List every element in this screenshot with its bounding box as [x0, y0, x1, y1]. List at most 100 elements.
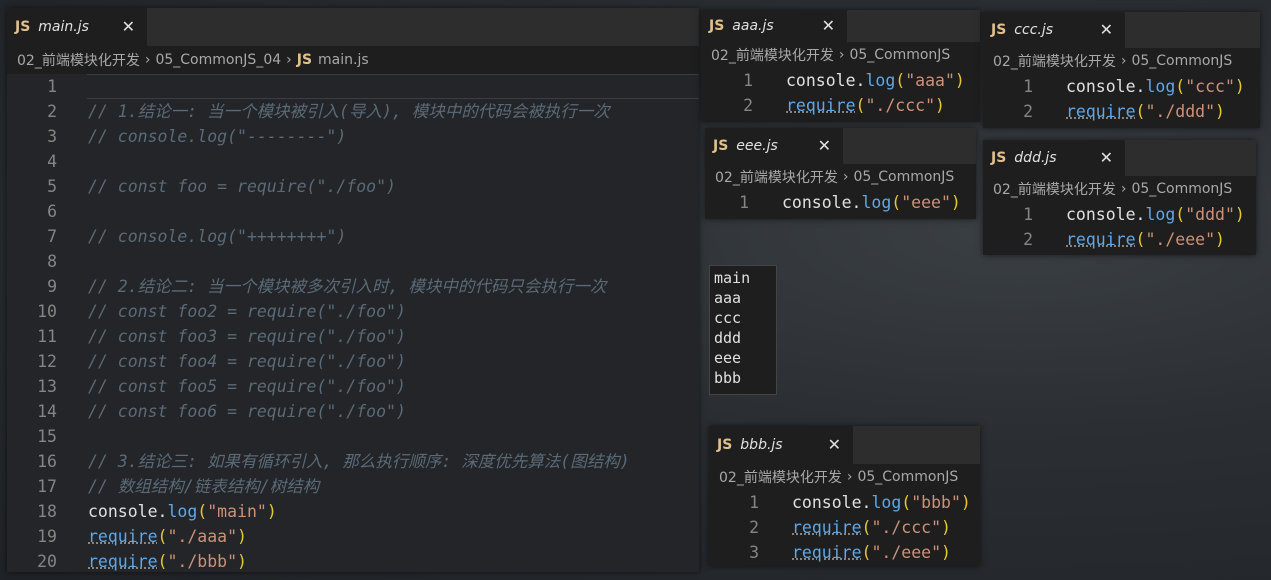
- line-number: 1: [1023, 77, 1033, 96]
- breadcrumb-subfolder[interactable]: 05_CommonJS: [1131, 181, 1232, 197]
- breadcrumb-folder[interactable]: 02_前端模块化开发: [17, 50, 140, 70]
- code-line[interactable]: 3 require("./eee"): [709, 540, 980, 565]
- code-line[interactable]: 19 require("./aaa"): [7, 524, 699, 549]
- code-line[interactable]: 2 // 1.结论一: 当一个模块被引入(导入), 模块中的代码会被执行一次: [7, 99, 699, 124]
- tab-ccc-js[interactable]: JS ccc.js ✕: [983, 12, 1125, 48]
- line-number: 10: [37, 302, 57, 321]
- code-line[interactable]: 2 require("./ddd"): [983, 99, 1260, 124]
- code-line[interactable]: 1 console.log("ddd"): [983, 202, 1256, 227]
- tab-main-js[interactable]: JS main.js ✕: [7, 8, 147, 46]
- code-line[interactable]: 1 console.log("bbb"): [709, 490, 980, 515]
- code-line[interactable]: 12 // const foo4 = require("./foo"): [7, 349, 699, 374]
- code-line[interactable]: 20 require("./bbb"): [7, 549, 699, 572]
- breadcrumb-subfolder[interactable]: 05_CommonJS: [853, 169, 954, 185]
- breadcrumb-folder[interactable]: 02_前端模块化开发: [993, 179, 1116, 199]
- line-number: 11: [37, 327, 57, 346]
- line-number: 9: [47, 277, 57, 296]
- output-line: eee: [714, 349, 742, 367]
- breadcrumb-folder[interactable]: 02_前端模块化开发: [719, 467, 842, 487]
- code-line[interactable]: 2 require("./eee"): [983, 227, 1256, 252]
- breadcrumb: 02_前端模块化开发 › 05_CommonJS: [983, 48, 1260, 74]
- breadcrumb-subfolder[interactable]: 05_CommonJS: [849, 47, 950, 63]
- code-text: console.log("ddd"): [1066, 205, 1245, 224]
- code-line[interactable]: 16 // 3.结论三: 如果有循环引入, 那么执行顺序: 深度优先算法(图结构): [7, 449, 699, 474]
- breadcrumb-subfolder[interactable]: 05_CommonJS_04: [155, 52, 281, 68]
- code-line[interactable]: 7 // console.log("++++++++"): [7, 224, 699, 249]
- chevron-right-icon: ›: [846, 469, 853, 485]
- line-number: 2: [1023, 230, 1033, 249]
- breadcrumb-subfolder[interactable]: 05_CommonJS: [1131, 53, 1232, 69]
- breadcrumb-file[interactable]: main.js: [318, 52, 369, 68]
- code-line[interactable]: 17 // 数组结构/链表结构/树结构: [7, 474, 699, 499]
- tab-bar: JS main.js ✕: [7, 8, 699, 46]
- breadcrumb-subfolder[interactable]: 05_CommonJS: [857, 469, 958, 485]
- tab-eee-js[interactable]: JS eee.js ✕: [705, 128, 843, 164]
- line-number: 1: [743, 71, 753, 90]
- code-line[interactable]: 2 require("./ccc"): [709, 515, 980, 540]
- code-area[interactable]: 1 console.log("aaa") 2 require("./ccc"): [701, 68, 980, 122]
- line-number: 6: [47, 202, 57, 221]
- line-number: 1: [47, 77, 57, 96]
- code-line[interactable]: 18 console.log("main"): [7, 499, 699, 524]
- chevron-right-icon: ›: [1120, 181, 1127, 197]
- tab-label: main.js: [38, 19, 89, 35]
- tab-bbb-js[interactable]: JS bbb.js ✕: [709, 426, 853, 464]
- line-number: 16: [37, 452, 57, 471]
- code-area[interactable]: 1 2// 1.结论一: 当一个模块被引入(导入), 模块中的代码会被执行一次 3/…: [7, 74, 699, 572]
- tab-label: bbb.js: [740, 437, 783, 453]
- tab-aaa-js[interactable]: JS aaa.js ✕: [701, 10, 847, 42]
- breadcrumb-folder[interactable]: 02_前端模块化开发: [715, 167, 838, 187]
- code-line[interactable]: 10 // const foo2 = require("./foo"): [7, 299, 699, 324]
- js-file-icon: JS: [991, 22, 1007, 38]
- code-line[interactable]: 13 // const foo5 = require("./foo"): [7, 374, 699, 399]
- code-text: require("./ccc"): [786, 96, 945, 115]
- code-line[interactable]: 15: [7, 424, 699, 449]
- code-line[interactable]: 1: [7, 74, 699, 99]
- editor-bbb: JS bbb.js ✕ 02_前端模块化开发 › 05_CommonJS 1 co…: [709, 426, 980, 566]
- tab-label: ddd.js: [1014, 150, 1057, 166]
- code-line[interactable]: 6: [7, 199, 699, 224]
- tab-bar: JS aaa.js ✕: [701, 10, 980, 42]
- code-line[interactable]: 8: [7, 249, 699, 274]
- code-text: // 3.结论三: 如果有循环引入, 那么执行顺序: 深度优先算法(图结构): [88, 452, 630, 471]
- line-number: 1: [739, 193, 749, 212]
- code-area[interactable]: 1 console.log("ccc") 2 require("./ddd"): [983, 74, 1260, 128]
- code-line[interactable]: 11 // const foo3 = require("./foo"): [7, 324, 699, 349]
- code-line[interactable]: 1 console.log("aaa"): [701, 68, 980, 93]
- code-line[interactable]: 5 // const foo = require("./foo"): [7, 174, 699, 199]
- code-area[interactable]: 1 console.log("ddd") 2 require("./eee"): [983, 202, 1256, 255]
- close-icon[interactable]: ✕: [818, 136, 831, 155]
- breadcrumb-folder[interactable]: 02_前端模块化开发: [711, 45, 834, 65]
- code-area[interactable]: 1 console.log("eee"): [705, 190, 976, 219]
- line-number: 4: [47, 152, 57, 171]
- breadcrumb: 02_前端模块化开发 › 05_CommonJS: [983, 176, 1256, 202]
- line-number: 8: [47, 252, 57, 271]
- js-file-icon: JS: [991, 150, 1007, 166]
- line-number: 14: [37, 402, 57, 421]
- close-icon[interactable]: ✕: [1100, 20, 1113, 39]
- code-text: require("./bbb"): [88, 552, 247, 571]
- code-text: // 1.结论一: 当一个模块被引入(导入), 模块中的代码会被执行一次: [88, 102, 610, 121]
- close-icon[interactable]: ✕: [822, 16, 835, 35]
- code-line[interactable]: 1 console.log("ccc"): [983, 74, 1260, 99]
- close-icon[interactable]: ✕: [828, 435, 841, 454]
- breadcrumb-folder[interactable]: 02_前端模块化开发: [993, 51, 1116, 71]
- close-icon[interactable]: ✕: [122, 17, 135, 36]
- line-number: 3: [749, 543, 759, 562]
- code-line[interactable]: 4: [7, 149, 699, 174]
- code-area[interactable]: 1 console.log("bbb") 2 require("./ccc") 3 req…: [709, 490, 980, 566]
- code-text: require("./aaa"): [88, 527, 247, 546]
- code-line[interactable]: 14 // const foo6 = require("./foo"): [7, 399, 699, 424]
- close-icon[interactable]: ✕: [1100, 148, 1113, 167]
- code-line[interactable]: 9 // 2.结论二: 当一个模块被多次引入时, 模块中的代码只会执行一次: [7, 274, 699, 299]
- tab-ddd-js[interactable]: JS ddd.js ✕: [983, 140, 1125, 176]
- code-line[interactable]: 1 console.log("eee"): [705, 190, 976, 215]
- editor-eee: JS eee.js ✕ 02_前端模块化开发 › 05_CommonJS 1 co…: [705, 128, 976, 219]
- breadcrumb: 02_前端模块化开发 › 05_CommonJS: [701, 42, 980, 68]
- line-number: 2: [743, 96, 753, 115]
- code-text: console.log("aaa"): [786, 71, 965, 90]
- line-number: 18: [37, 502, 57, 521]
- code-line[interactable]: 3 // console.log("--------"): [7, 124, 699, 149]
- code-line[interactable]: 2 require("./ccc"): [701, 93, 980, 118]
- js-file-icon: JS: [709, 18, 725, 34]
